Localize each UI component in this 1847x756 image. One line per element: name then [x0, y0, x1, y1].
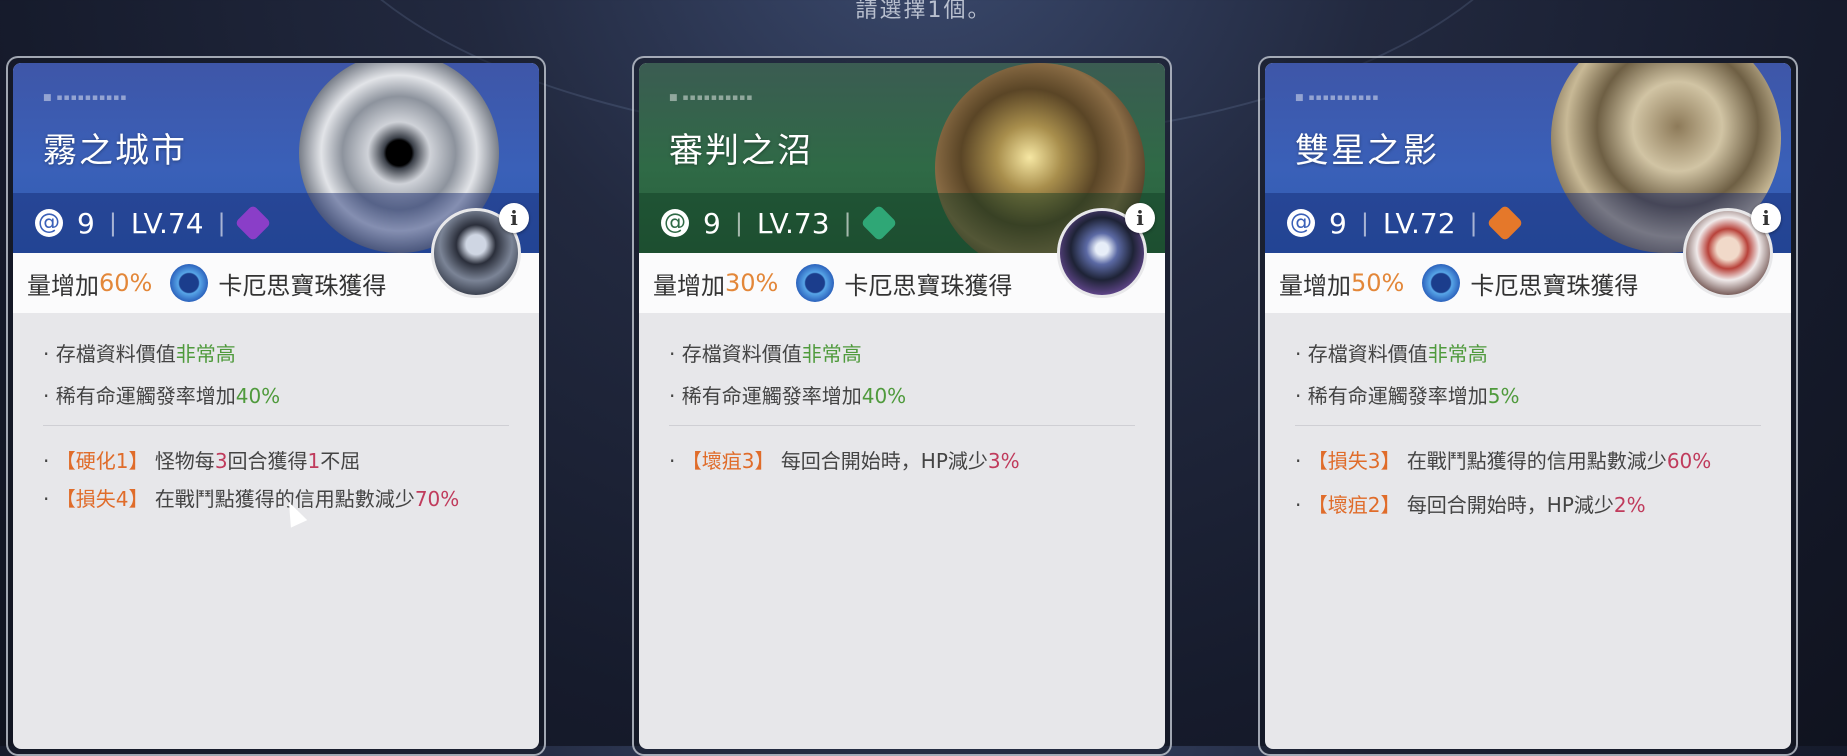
divider [669, 425, 1135, 426]
stage-card-judgement-marsh[interactable]: ■ ▪▪▪▪▪▪▪▪▪▪ 審判之沼 @ 9 | LV.73 | 量增加 30% 卡… [632, 56, 1172, 756]
stage-count: 9 [1329, 206, 1347, 240]
orange-path-icon [1486, 204, 1524, 242]
divider: | [843, 209, 852, 237]
card-title: 霧之城市 [43, 131, 187, 171]
divider: | [217, 209, 226, 237]
stat-line: · 稀有命運觸發率增加40% [669, 384, 907, 408]
banner-decoration: ■ ▪▪▪▪▪▪▪▪▪▪ [43, 93, 128, 103]
divider: | [1469, 209, 1478, 237]
level-label: LV.72 [1382, 206, 1456, 240]
divider [1295, 425, 1761, 426]
stage-card-fog-city[interactable]: ■ ▪▪▪▪▪▪▪▪▪▪ 霧之城市 @ 9 | LV.74 | 量增加 60% 卡… [6, 56, 546, 756]
chaos-orb-icon [1422, 264, 1461, 302]
stage-count: 9 [77, 206, 95, 240]
green-path-icon [860, 204, 898, 242]
card-inner: ■ ▪▪▪▪▪▪▪▪▪▪ 霧之城市 @ 9 | LV.74 | 量增加 60% 卡… [13, 63, 539, 749]
info-icon[interactable]: i [1751, 203, 1781, 233]
stat-line: · 存檔資料價值非常高 [43, 342, 236, 366]
card-body: · 存檔資料價值非常高 · 稀有命運觸發率增加40% · 【硬化1】 怪物每3回… [13, 313, 539, 522]
level-label: LV.74 [130, 206, 204, 240]
card-inner: ■ ▪▪▪▪▪▪▪▪▪▪ 雙星之影 @ 9 | LV.72 | 量增加 50% 卡… [1265, 63, 1791, 749]
stage-count: 9 [703, 206, 721, 240]
buff-percent: 60% [99, 269, 153, 297]
card-title: 雙星之影 [1295, 131, 1439, 171]
swirl-icon: @ [35, 209, 63, 237]
chaos-orb-icon [796, 264, 835, 302]
buff-reward: 卡厄思寶珠獲得 [844, 271, 1013, 300]
buff-prefix: 量增加 [1279, 271, 1351, 300]
card-body: · 存檔資料價值非常高 · 稀有命運觸發率增加5% · 【損失3】 在戰鬥點獲得… [1265, 313, 1791, 528]
card-title: 審判之沼 [669, 131, 813, 171]
swirl-icon: @ [661, 209, 689, 237]
debuff-line: · 【壞疽3】 每回合開始時，HP減少3% [669, 449, 1020, 473]
stage-card-twin-star-shadow[interactable]: ■ ▪▪▪▪▪▪▪▪▪▪ 雙星之影 @ 9 | LV.72 | 量增加 50% 卡… [1258, 56, 1798, 756]
info-icon[interactable]: i [499, 203, 529, 233]
banner-decoration: ■ ▪▪▪▪▪▪▪▪▪▪ [1295, 93, 1380, 103]
buff-reward: 卡厄思寶珠獲得 [1470, 271, 1639, 300]
buff-percent: 50% [1351, 269, 1405, 297]
debuff-line: · 【硬化1】 怪物每3回合獲得1不屈 [43, 449, 361, 473]
stat-line: · 存檔資料價值非常高 [669, 342, 862, 366]
card-inner: ■ ▪▪▪▪▪▪▪▪▪▪ 審判之沼 @ 9 | LV.73 | 量增加 30% 卡… [639, 63, 1165, 749]
debuff-line: · 【損失3】 在戰鬥點獲得的信用點數減少60% [1295, 449, 1712, 473]
debuff-line: · 【壞疽2】 每回合開始時，HP減少2% [1295, 493, 1646, 517]
divider: | [734, 209, 743, 237]
level-label: LV.73 [756, 206, 830, 240]
swirl-icon: @ [1287, 209, 1315, 237]
debuff-line: · 【損失4】 在戰鬥點獲得的信用點數減少70% [43, 487, 460, 511]
buff-percent: 30% [725, 269, 779, 297]
divider: | [1360, 209, 1369, 237]
buff-prefix: 量增加 [653, 271, 725, 300]
stat-line: · 稀有命運觸發率增加40% [43, 384, 281, 408]
info-icon[interactable]: i [1125, 203, 1155, 233]
divider: | [108, 209, 117, 237]
buff-prefix: 量增加 [27, 271, 99, 300]
purple-path-icon [234, 204, 272, 242]
chaos-orb-icon [170, 264, 209, 302]
banner-decoration: ■ ▪▪▪▪▪▪▪▪▪▪ [669, 93, 754, 103]
buff-reward: 卡厄思寶珠獲得 [218, 271, 387, 300]
card-body: · 存檔資料價值非常高 · 稀有命運觸發率增加40% · 【壞疽3】 每回合開始… [639, 313, 1165, 484]
stat-line: · 存檔資料價值非常高 [1295, 342, 1488, 366]
divider [43, 425, 509, 426]
selection-hint: 請選擇1個。 [855, 0, 992, 23]
stat-line: · 稀有命運觸發率增加5% [1295, 384, 1520, 408]
